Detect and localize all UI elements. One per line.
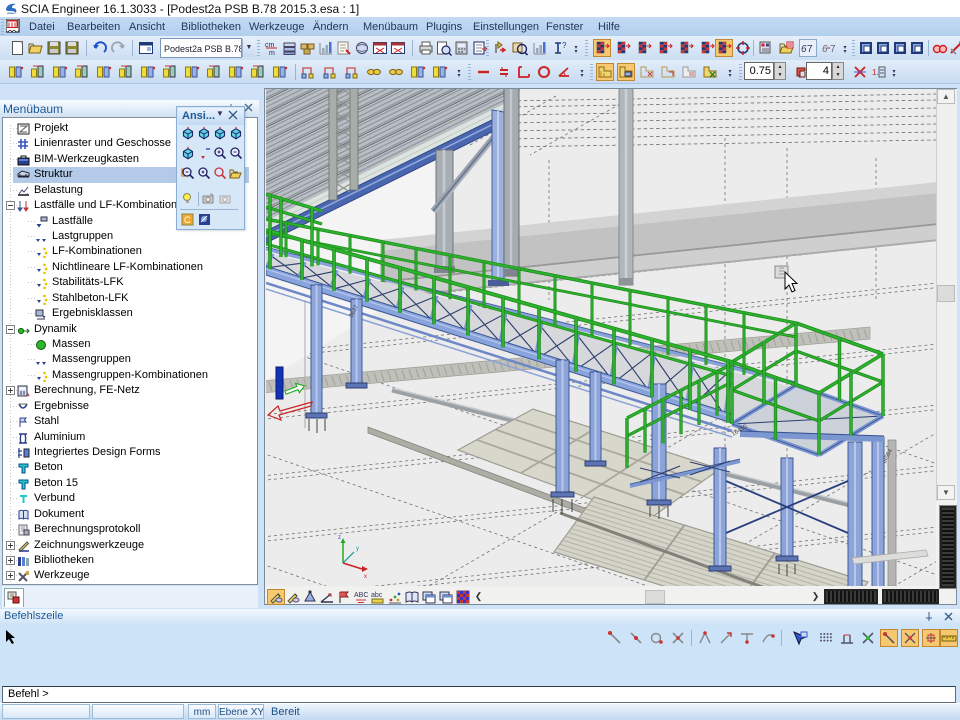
- svg-text:abc: abc: [371, 592, 383, 599]
- svg-text:7: 7: [830, 44, 836, 55]
- svg-text:7: 7: [807, 44, 813, 55]
- svg-text:C: C: [184, 215, 191, 225]
- svg-text:z: z: [338, 535, 341, 541]
- svg-text:?: ?: [562, 41, 567, 50]
- svg-text:y: y: [356, 546, 359, 552]
- svg-text:ABC: ABC: [354, 592, 368, 599]
- svg-text:x: x: [364, 574, 367, 580]
- svg-text:6: 6: [822, 44, 828, 55]
- svg-text:1.: 1.: [872, 68, 879, 77]
- svg-text:m: m: [269, 50, 275, 56]
